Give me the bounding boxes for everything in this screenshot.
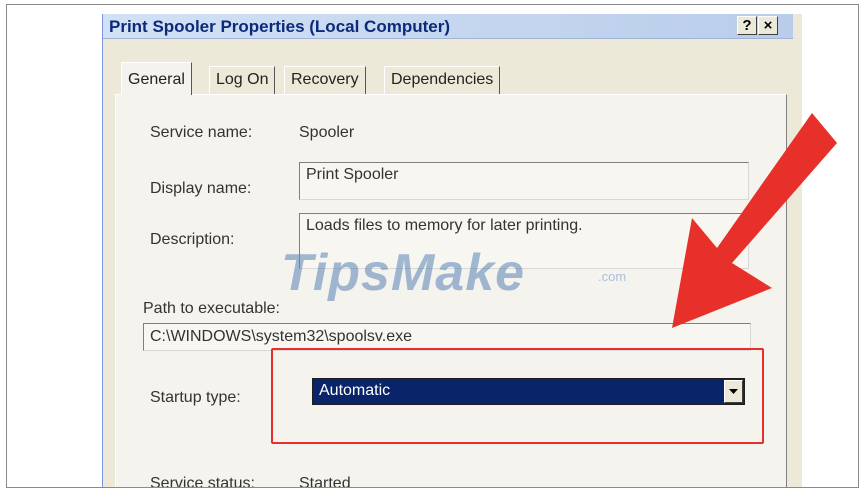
display-name-label: Display name:: [150, 180, 252, 197]
startup-type-label: Startup type:: [150, 389, 241, 406]
annotation-arrow-icon: [672, 113, 837, 328]
service-name-label: Service name:: [150, 124, 253, 141]
tab-recovery[interactable]: Recovery: [284, 66, 366, 94]
tab-strip: General Log On Recovery Dependencies: [121, 62, 781, 96]
dialog-title: Print Spooler Properties (Local Computer…: [109, 17, 450, 36]
path-to-executable-field: C:\WINDOWS\system32\spoolsv.exe: [143, 323, 751, 351]
path-to-executable-label: Path to executable:: [143, 300, 280, 317]
service-status-value: Started: [299, 475, 351, 488]
description-label: Description:: [150, 231, 235, 248]
tab-dependencies[interactable]: Dependencies: [384, 66, 501, 94]
service-status-label: Service status:: [150, 475, 255, 488]
title-bar: Print Spooler Properties (Local Computer…: [103, 14, 793, 39]
screenshot-frame: Print Spooler Properties (Local Computer…: [6, 4, 859, 488]
tab-general[interactable]: General: [121, 62, 192, 95]
tipsmake-watermark: TipsMake: [281, 244, 526, 302]
watermark-suffix: .com: [598, 269, 627, 284]
help-button[interactable]: ?: [737, 16, 757, 35]
close-button[interactable]: ×: [758, 16, 778, 35]
tab-log-on[interactable]: Log On: [209, 66, 276, 94]
service-name-value: Spooler: [299, 124, 355, 141]
annotation-highlight-box: [271, 348, 764, 444]
